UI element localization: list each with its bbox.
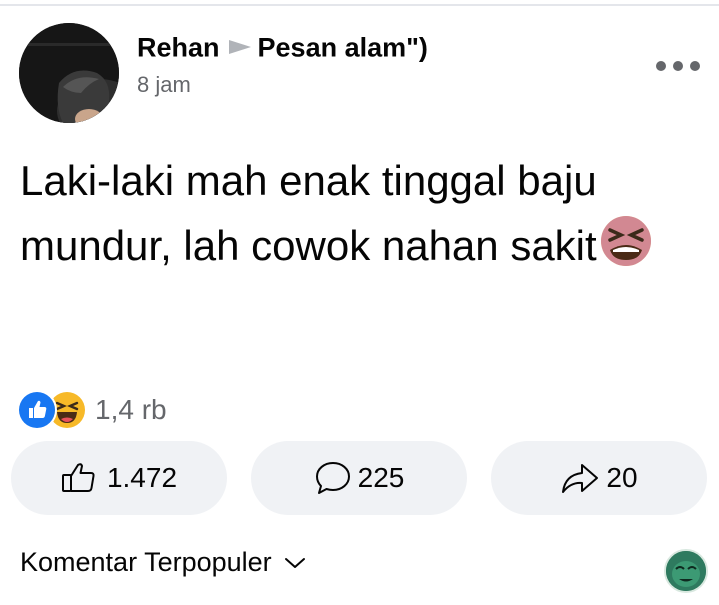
dot-icon [656,61,666,71]
reaction-count: 1,4 rb [95,394,167,425]
more-options-button[interactable] [656,58,700,74]
top-divider [0,4,719,6]
share-count: 20 [606,462,638,493]
comment-bubble-icon [315,462,350,494]
comment-count: 225 [357,462,405,493]
share-arrow-icon [562,464,599,493]
chevron-down-icon [284,557,305,568]
like-icon [17,390,57,430]
like-count: 1.472 [106,462,178,493]
group-name[interactable]: Pesan alam") [258,33,428,63]
comment-button[interactable]: 225 [251,441,467,515]
reaction-summary[interactable]: 1,4 rb [17,388,167,432]
share-button[interactable]: 20 [491,441,707,515]
avatar-image [19,23,119,123]
comment-sticker-icon [664,549,708,593]
dot-icon [690,61,700,71]
author-avatar[interactable] [19,23,119,123]
like-button[interactable]: 1.472 [11,441,227,515]
post-body: Laki-laki mah enak tinggal baju mundur, … [20,148,660,286]
tired-face-emoji-icon [599,214,653,286]
dot-icon [673,61,683,71]
post-time[interactable]: 8 jam [137,72,191,98]
author-name[interactable]: Rehan [137,33,220,63]
comment-sort-dropdown[interactable]: Komentar Terpopuler [20,547,306,578]
post-text: Laki-laki mah enak tinggal baju mundur, … [20,157,597,269]
post-header-title: Rehan Pesan alam") [137,32,428,67]
comment-sort-label: Komentar Terpopuler [20,547,272,577]
thumbs-up-icon [61,463,95,492]
arrow-right-icon [228,32,252,63]
